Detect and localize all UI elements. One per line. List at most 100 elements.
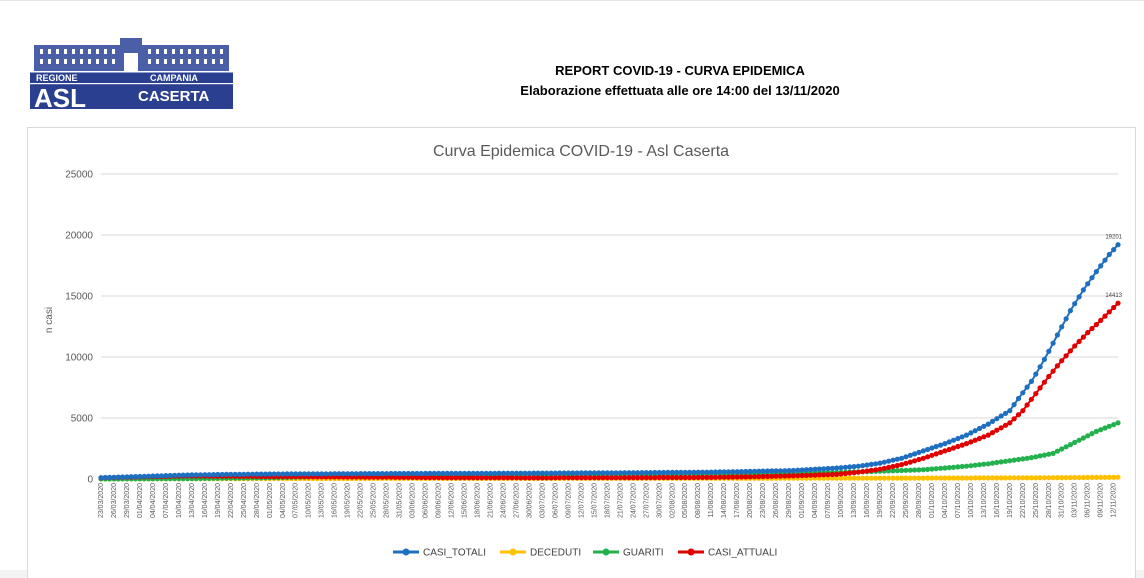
data-point [916, 456, 922, 463]
data-point [981, 461, 987, 467]
x-tick-label: 06/06/2020 [423, 483, 430, 518]
data-point [1037, 453, 1043, 459]
data-point [1111, 247, 1117, 253]
x-tick-label: 04/09/2020 [812, 483, 819, 518]
data-point [886, 458, 892, 464]
legend-item-casi-totali: CASI_TOTALI [393, 548, 486, 559]
x-tick-label: 19/09/2020 [877, 483, 884, 518]
x-tick-label: 01/05/2020 [267, 483, 274, 518]
x-tick-label: 01/09/2020 [799, 483, 806, 518]
data-point [1024, 384, 1030, 390]
x-tick-label: 11/08/2020 [708, 483, 715, 518]
x-tick-label: 27/06/2020 [513, 483, 520, 518]
x-tick-label: 28/10/2020 [1046, 483, 1053, 518]
x-tick-label: 04/04/2020 [150, 483, 157, 518]
x-tick-label: 30/06/2020 [526, 483, 533, 518]
data-point [1037, 385, 1043, 391]
data-point [1007, 420, 1013, 426]
x-axis-ticks: 23/03/2020 26/03/2020 29/03/2020 01/04/2020… [98, 483, 1118, 518]
x-tick-label: 07/05/2020 [293, 483, 300, 518]
data-point [1115, 242, 1121, 248]
y-tick-label: 15000 [65, 292, 93, 303]
data-point [886, 464, 892, 470]
data-point [1046, 348, 1052, 354]
data-point [881, 465, 887, 471]
x-tick-label: 10/04/2020 [176, 483, 183, 518]
chart-panel: Curva Epidemica COVID-19 - Asl Caserta n… [27, 127, 1136, 578]
data-point [1089, 325, 1095, 332]
data-point [1067, 308, 1073, 314]
x-tick-label: 25/05/2020 [371, 483, 378, 518]
data-point [933, 443, 939, 450]
data-point [1054, 363, 1060, 369]
logo-region-text: REGIONE [36, 73, 78, 83]
data-point [1080, 287, 1086, 293]
x-tick-label: 03/11/2020 [1072, 483, 1079, 518]
x-tick-label: 24/07/2020 [630, 483, 637, 518]
y-tick-label: 0 [87, 475, 93, 486]
logo-caserta-text: CASERTA [138, 88, 210, 105]
x-tick-label: 22/09/2020 [890, 483, 897, 518]
data-point [1011, 416, 1017, 422]
data-point [881, 459, 887, 465]
data-point [963, 463, 970, 469]
data-point [1072, 343, 1078, 349]
x-tick-label: 02/08/2020 [669, 483, 676, 518]
data-point [1024, 402, 1030, 408]
legend-label: DECEDUTI [530, 548, 581, 559]
data-point [994, 427, 1000, 433]
x-tick-label: 25/04/2020 [241, 483, 248, 518]
data-point [1028, 396, 1034, 402]
x-tick-label: 28/05/2020 [384, 483, 391, 518]
legend-marker [509, 548, 517, 556]
data-point [868, 461, 874, 467]
x-tick-label: 15/06/2020 [462, 483, 469, 518]
data-point [1020, 390, 1026, 396]
legend-marker [602, 548, 610, 556]
x-tick-label: 19/04/2020 [215, 483, 222, 518]
report-page: REGIONE CAMPANIA ASL CASERTA REPORT COVI… [0, 0, 1144, 578]
legend-marker [687, 548, 695, 556]
data-point [985, 421, 991, 427]
x-tick-label: 17/08/2020 [734, 483, 741, 518]
x-tick-label: 03/06/2020 [410, 483, 417, 518]
data-point [1050, 340, 1056, 346]
x-tick-label: 15/07/2020 [591, 483, 598, 518]
x-tick-label: 29/03/2020 [124, 483, 131, 518]
data-point [1089, 431, 1095, 437]
x-tick-label: 12/11/2020 [1111, 483, 1118, 518]
data-point [1046, 451, 1052, 457]
data-point [1093, 269, 1099, 275]
data-point [1093, 321, 1099, 328]
legend-label: GUARITI [623, 548, 664, 559]
legend-marker [402, 548, 410, 556]
x-tick-label: 23/03/2020 [98, 483, 105, 518]
x-tick-label: 09/07/2020 [565, 483, 572, 518]
x-tick-label: 06/07/2020 [552, 483, 559, 518]
report-subtitle: Elaborazione effettuata alle ore 14:00 d… [520, 83, 840, 98]
data-point [989, 418, 996, 424]
x-tick-label: 22/04/2020 [228, 483, 235, 518]
data-point [1115, 420, 1121, 426]
x-tick-label: 07/04/2020 [163, 483, 170, 518]
x-tick-label: 19/10/2020 [1007, 483, 1014, 518]
y-tick-label: 10000 [65, 353, 93, 364]
x-tick-label: 18/07/2020 [604, 483, 611, 518]
data-point [903, 460, 909, 466]
x-tick-label: 18/06/2020 [475, 483, 482, 518]
data-point [1102, 313, 1108, 319]
data-point [877, 460, 883, 466]
x-tick-label: 01/10/2020 [929, 483, 936, 518]
data-point [1115, 474, 1121, 480]
series-line [101, 421, 1119, 480]
x-tick-label: 13/05/2020 [319, 483, 326, 518]
data-point [1033, 391, 1039, 397]
data-point [1054, 332, 1060, 338]
data-point [877, 466, 883, 472]
data-point [981, 423, 987, 429]
data-point [1028, 455, 1034, 461]
data-point [1089, 275, 1095, 281]
x-tick-label: 22/05/2020 [358, 483, 365, 518]
x-tick-label: 16/10/2020 [994, 483, 1001, 518]
x-tick-label: 31/10/2020 [1059, 483, 1066, 518]
